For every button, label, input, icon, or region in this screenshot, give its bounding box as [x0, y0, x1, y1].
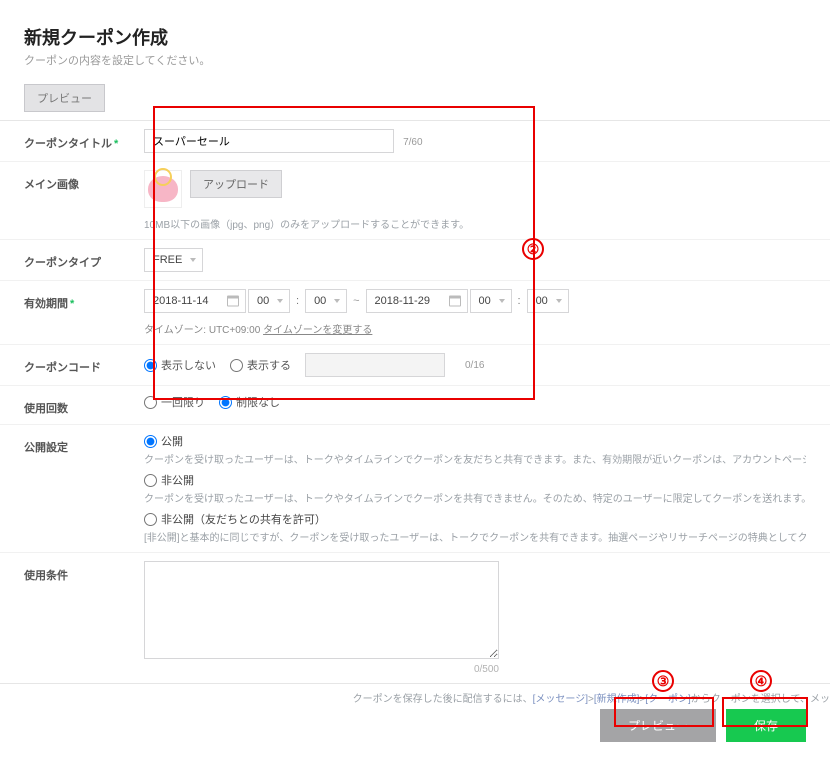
- radio-private-label: 非公開: [161, 472, 194, 488]
- radio-public-label: 公開: [161, 433, 183, 449]
- form-area: クーポンタイトル* 7/60 メイン画像 アップロード 10MB以下の画像（jp…: [0, 120, 830, 684]
- minute-to-select[interactable]: 00: [527, 289, 569, 313]
- row-coupon-title: クーポンタイトル* 7/60: [0, 121, 830, 162]
- visibility-private-desc: クーポンを受け取ったユーザーは、トークやタイムラインでクーポンを共有できません。…: [144, 490, 806, 505]
- radio-public-input[interactable]: [144, 435, 157, 448]
- page-header: 新規クーポン作成 クーポンの内容を設定してください。: [0, 0, 830, 72]
- chevron-down-icon: [556, 299, 562, 303]
- image-help-text: 10MB以下の画像（jpg、png）のみをアップロードすることができます。: [144, 216, 806, 231]
- label-text: 有効期間: [24, 298, 68, 310]
- calendar-icon: [449, 296, 461, 307]
- radio-label: 表示する: [247, 357, 291, 373]
- row-valid-period: 有効期間* 2018-11-14 00 : 00 ~ 2018-11-29 00…: [0, 281, 830, 345]
- title-counter: 7/60: [403, 137, 422, 148]
- terms-counter: 0/500: [144, 664, 499, 675]
- tilde: ~: [353, 295, 359, 307]
- row-usage-limit: 使用回数 一回限り 制限なし: [0, 386, 830, 425]
- label-valid-period: 有効期間*: [24, 289, 144, 311]
- page-subtitle: クーポンの内容を設定してください。: [24, 52, 806, 68]
- radio-unlimited[interactable]: 制限なし: [219, 394, 280, 410]
- tz-prefix: タイムゾーン: UTC+09:00: [144, 325, 263, 336]
- chevron-down-icon: [334, 299, 340, 303]
- coupon-type-select[interactable]: FREE: [144, 248, 203, 272]
- date-to-input[interactable]: 2018-11-29: [366, 289, 468, 313]
- row-visibility: 公開設定 公開 クーポンを受け取ったユーザーは、トークやタイムラインでクーポンを…: [0, 425, 830, 553]
- footer-hint: クーポンを保存した後に配信するには、[メッセージ]>[新規作成]>[クーポン]か…: [0, 684, 830, 709]
- val: 00: [536, 295, 548, 307]
- date-to-value: 2018-11-29: [375, 295, 430, 307]
- footer-buttons: プレビュー 保存: [0, 709, 830, 758]
- top-preview-wrap: プレビュー: [0, 72, 830, 120]
- radio-code-show[interactable]: 表示する: [230, 357, 291, 373]
- label-text: クーポンタイトル: [24, 138, 112, 150]
- code-counter: 0/16: [465, 360, 484, 371]
- colon: :: [296, 295, 299, 307]
- preview-button-bottom[interactable]: プレビュー: [600, 709, 716, 742]
- radio-unlimited-input[interactable]: [219, 396, 232, 409]
- label-coupon-title: クーポンタイトル*: [24, 129, 144, 151]
- required-mark: *: [70, 298, 74, 310]
- radio-private-input[interactable]: [144, 474, 157, 487]
- radio-label: 表示しない: [161, 357, 216, 373]
- preview-button-top[interactable]: プレビュー: [24, 84, 105, 112]
- radio-code-hide[interactable]: 表示しない: [144, 357, 216, 373]
- label-visibility: 公開設定: [24, 433, 144, 455]
- coupon-type-value: FREE: [153, 254, 182, 266]
- coupon-title-input[interactable]: [144, 129, 394, 153]
- hour-to-select[interactable]: 00: [470, 289, 512, 313]
- label-coupon-type: クーポンタイプ: [24, 248, 144, 270]
- page-title: 新規クーポン作成: [24, 24, 806, 50]
- link-new[interactable]: [新規作成]: [594, 694, 640, 705]
- radio-code-hide-input[interactable]: [144, 359, 157, 372]
- val: 00: [314, 295, 326, 307]
- coupon-code-input[interactable]: [305, 353, 445, 377]
- image-thumbnail[interactable]: [144, 170, 182, 208]
- row-main-image: メイン画像 アップロード 10MB以下の画像（jpg、png）のみをアップロード…: [0, 162, 830, 240]
- hint-text: からクーポンを選択して、メッ: [691, 694, 830, 705]
- label-coupon-code: クーポンコード: [24, 353, 144, 375]
- link-coupon[interactable]: [クーポン]: [645, 694, 691, 705]
- radio-private-share-input[interactable]: [144, 513, 157, 526]
- chevron-down-icon: [499, 299, 505, 303]
- calendar-icon: [227, 296, 239, 307]
- chevron-down-icon: [190, 258, 196, 262]
- visibility-public-desc: クーポンを受け取ったユーザーは、トークやタイムラインでクーポンを友だちと共有でき…: [144, 451, 806, 466]
- val: 00: [479, 295, 491, 307]
- row-coupon-code: クーポンコード 表示しない 表示する 0/16: [0, 345, 830, 386]
- terms-textarea[interactable]: [144, 561, 499, 659]
- date-from-value: 2018-11-14: [153, 295, 208, 307]
- piggy-bank-icon: [148, 176, 178, 202]
- colon: :: [518, 295, 521, 307]
- minute-from-select[interactable]: 00: [305, 289, 347, 313]
- upload-button[interactable]: アップロード: [190, 170, 282, 198]
- val: 00: [257, 295, 269, 307]
- label-main-image: メイン画像: [24, 170, 144, 192]
- visibility-private-share-desc: [非公開]と基本的に同じですが、クーポンを受け取ったユーザーは、トークでクーポン…: [144, 529, 806, 544]
- label-terms: 使用条件: [24, 561, 144, 583]
- chevron-down-icon: [277, 299, 283, 303]
- row-terms: 使用条件 0/500: [0, 553, 830, 684]
- required-mark: *: [114, 138, 118, 150]
- date-from-input[interactable]: 2018-11-14: [144, 289, 246, 313]
- radio-private-share-label: 非公開（友だちとの共有を許可）: [161, 511, 326, 527]
- change-timezone-link[interactable]: タイムゾーンを変更する: [263, 325, 372, 336]
- hint-text: クーポンを保存した後に配信するには、: [353, 694, 533, 705]
- timezone-line: タイムゾーン: UTC+09:00 タイムゾーンを変更する: [144, 321, 806, 336]
- radio-label: 制限なし: [236, 394, 280, 410]
- label-usage-limit: 使用回数: [24, 394, 144, 416]
- row-coupon-type: クーポンタイプ FREE: [0, 240, 830, 281]
- radio-label: 一回限り: [161, 394, 205, 410]
- save-button[interactable]: 保存: [726, 709, 806, 742]
- radio-code-show-input[interactable]: [230, 359, 243, 372]
- link-message[interactable]: [メッセージ]: [533, 694, 588, 705]
- radio-once[interactable]: 一回限り: [144, 394, 205, 410]
- hour-from-select[interactable]: 00: [248, 289, 290, 313]
- radio-once-input[interactable]: [144, 396, 157, 409]
